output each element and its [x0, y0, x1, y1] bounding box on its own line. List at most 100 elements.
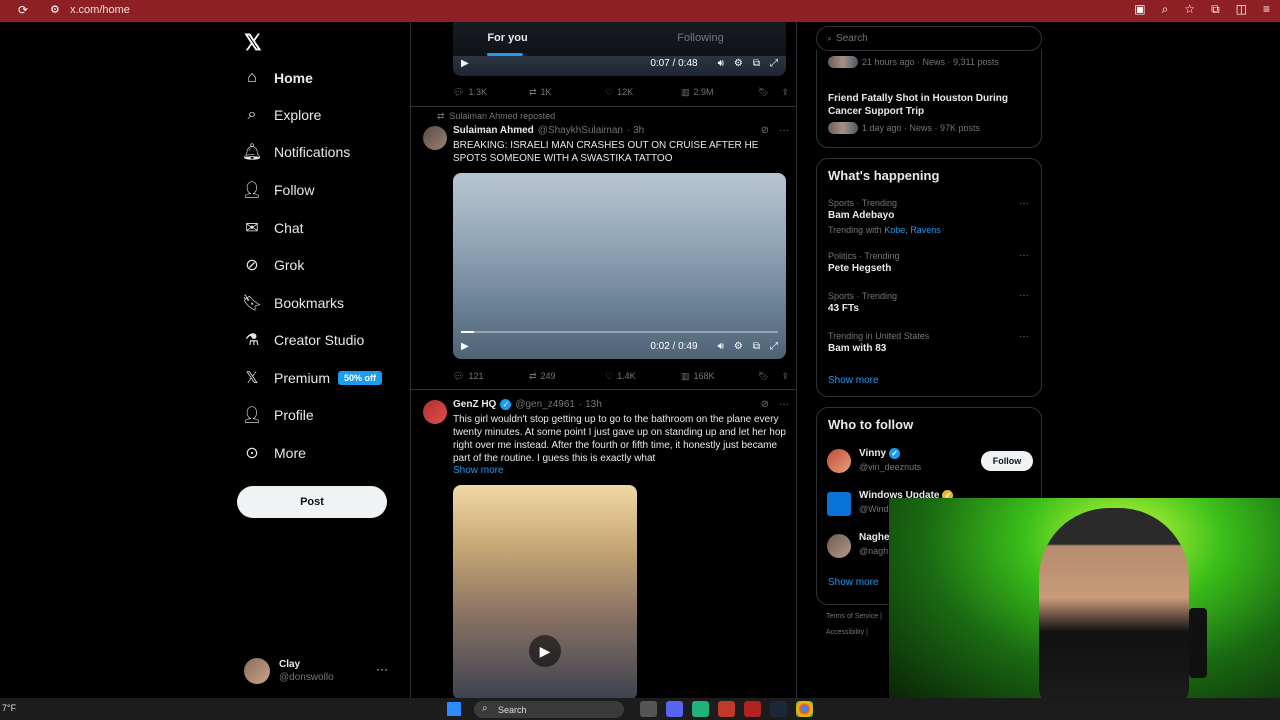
- nav-item-bookmarks[interactable]: 🔖︎ Bookmarks: [242, 285, 344, 321]
- avatar[interactable]: [827, 534, 851, 558]
- play-icon[interactable]: ▶: [529, 635, 561, 667]
- nav-item-premium[interactable]: 𝕏 Premium 50% off: [242, 360, 383, 396]
- chrome-icon[interactable]: [796, 701, 813, 717]
- trend-with-links[interactable]: Kobe, Ravens: [884, 225, 941, 235]
- discord-icon[interactable]: [666, 701, 683, 717]
- play-icon[interactable]: ▶: [461, 58, 469, 69]
- volume-icon[interactable]: 🔊︎: [718, 341, 724, 352]
- fullscreen-icon[interactable]: ⤢: [770, 341, 778, 352]
- views-button[interactable]: ▥ 2.9M: [681, 87, 751, 98]
- video-progress[interactable]: [461, 331, 778, 333]
- show-more-link[interactable]: Show more: [828, 375, 879, 386]
- nav-item-notifications[interactable]: 🔔︎ Notifications: [242, 134, 350, 170]
- like-button[interactable]: ♡ 1.4K: [605, 371, 681, 382]
- nav-item-grok[interactable]: ⊘ Grok: [242, 247, 304, 283]
- app-icon[interactable]: [692, 701, 709, 717]
- sidebar-icon[interactable]: ◫: [1236, 2, 1247, 17]
- more-icon[interactable]: ···: [1019, 250, 1029, 261]
- reply-button[interactable]: 💬︎ 1.3K: [453, 87, 529, 98]
- share-icon[interactable]: ⇪: [781, 371, 789, 382]
- trend-name[interactable]: Pete Hegseth: [828, 263, 891, 274]
- bookmark-icon[interactable]: 🔖︎: [758, 87, 769, 98]
- site-info-icon[interactable]: ⚙: [50, 3, 62, 17]
- more-icon[interactable]: ···: [1019, 198, 1029, 209]
- tab-following[interactable]: Following: [604, 22, 796, 56]
- weather-widget[interactable]: 7°F: [2, 703, 16, 713]
- taskbar-search[interactable]: ⌕ Search: [474, 701, 624, 718]
- tweet-time[interactable]: · 13h: [579, 399, 602, 410]
- account-switcher[interactable]: Clay @donswollo ···: [244, 656, 402, 686]
- share-icon[interactable]: ⇪: [781, 87, 789, 98]
- nav-item-chat[interactable]: ✉ Chat: [242, 210, 303, 246]
- steam-icon[interactable]: [770, 701, 787, 717]
- section-title: Who to follow: [828, 417, 914, 432]
- repost-button[interactable]: ⇄ 249: [529, 371, 605, 382]
- grok-icon[interactable]: ⊘: [761, 399, 769, 410]
- account-name[interactable]: Vinny ✓: [859, 448, 901, 459]
- app-icon[interactable]: [744, 701, 761, 717]
- volume-icon[interactable]: 🔊︎: [718, 58, 724, 69]
- show-more-link[interactable]: Show more: [828, 577, 879, 588]
- reply-button[interactable]: 💬︎ 121: [453, 371, 529, 382]
- author-name[interactable]: Sulaiman Ahmed: [453, 125, 534, 136]
- more-icon[interactable]: ···: [376, 662, 388, 676]
- video-player[interactable]: ▶ 0:02 / 0:49 🔊︎ ⚙ ⧉ ⤢: [453, 173, 786, 359]
- file-icon[interactable]: [640, 701, 657, 717]
- avatar[interactable]: [423, 400, 447, 424]
- show-more-link[interactable]: Show more: [453, 465, 504, 476]
- repost-by[interactable]: Sulaiman Ahmed reposted: [450, 111, 556, 122]
- tab-for-you[interactable]: For you: [411, 22, 604, 56]
- footer-link[interactable]: Accessibility |: [826, 629, 868, 636]
- nav-item-follow[interactable]: 👤︎ Follow: [242, 172, 315, 208]
- nav-item-more[interactable]: ⊙ More: [242, 435, 306, 471]
- star-icon[interactable]: ☆: [1184, 2, 1195, 17]
- trend-name[interactable]: 43 FTs: [828, 303, 859, 314]
- bookmark-icon[interactable]: 🔖︎: [758, 371, 769, 382]
- news-title[interactable]: Friend Fatally Shot in Houston During Ca…: [828, 92, 1028, 118]
- tweet-time[interactable]: · 3h: [627, 125, 644, 136]
- author-name[interactable]: GenZ HQ: [453, 399, 496, 410]
- zoom-icon[interactable]: ⌕: [1162, 2, 1169, 17]
- video-player[interactable]: ▶: [453, 485, 637, 698]
- settings-icon[interactable]: ⚙: [734, 341, 743, 352]
- fullscreen-icon[interactable]: ⤢: [770, 58, 778, 69]
- account-name[interactable]: Naghel: [859, 532, 892, 543]
- follow-button[interactable]: Follow: [981, 451, 1033, 471]
- windows-start-icon[interactable]: [447, 702, 461, 716]
- grok-icon[interactable]: ⊘: [761, 125, 769, 136]
- more-icon[interactable]: ···: [779, 125, 789, 136]
- repost-button[interactable]: ⇄ 1K: [529, 87, 605, 98]
- play-icon[interactable]: ▶: [461, 341, 469, 352]
- nav-item-explore[interactable]: ⌕ Explore: [242, 97, 322, 133]
- windows-logo-icon[interactable]: [827, 492, 851, 516]
- avatar[interactable]: [827, 449, 851, 473]
- x-logo[interactable]: 𝕏: [244, 30, 262, 56]
- settings-icon[interactable]: ⚙: [734, 58, 743, 69]
- install-icon[interactable]: ▣: [1134, 2, 1145, 17]
- nav-item-profile[interactable]: 👤︎ Profile: [242, 397, 314, 433]
- views-button[interactable]: ▥ 168K: [681, 371, 751, 382]
- pip-icon[interactable]: ⧉: [753, 341, 760, 352]
- footer-link[interactable]: Terms of Service |: [826, 613, 882, 620]
- search-input[interactable]: ⌕ Search: [816, 26, 1042, 51]
- author-handle[interactable]: @gen_z4961: [515, 399, 575, 410]
- news-meta-text: 21 hours ago · News · 9,311 posts: [862, 57, 999, 67]
- more-icon[interactable]: ···: [1019, 290, 1029, 301]
- menu-icon[interactable]: ≡: [1263, 2, 1270, 17]
- trend-name[interactable]: Bam Adebayo: [828, 210, 894, 221]
- like-button[interactable]: ♡ 12K: [605, 87, 681, 98]
- address-bar[interactable]: x.com/home: [70, 4, 130, 16]
- tweet-text: BREAKING: ISRAELI MAN CRASHES OUT ON CRU…: [453, 140, 759, 164]
- pip-icon[interactable]: ⧉: [753, 58, 760, 69]
- extensions-icon[interactable]: ⧉: [1211, 2, 1220, 17]
- post-button[interactable]: Post: [237, 486, 387, 518]
- author-handle[interactable]: @ShaykhSulaiman: [538, 125, 623, 136]
- reload-icon[interactable]: ⟳: [18, 3, 32, 17]
- nav-item-home[interactable]: ⌂ Home: [242, 60, 313, 96]
- more-icon[interactable]: ···: [779, 399, 789, 410]
- trend-name[interactable]: Bam with 83: [828, 343, 886, 354]
- nav-item-creator-studio[interactable]: ⚗ Creator Studio: [242, 322, 364, 358]
- app-icon[interactable]: [718, 701, 735, 717]
- more-icon[interactable]: ···: [1019, 331, 1029, 342]
- avatar[interactable]: [423, 126, 447, 150]
